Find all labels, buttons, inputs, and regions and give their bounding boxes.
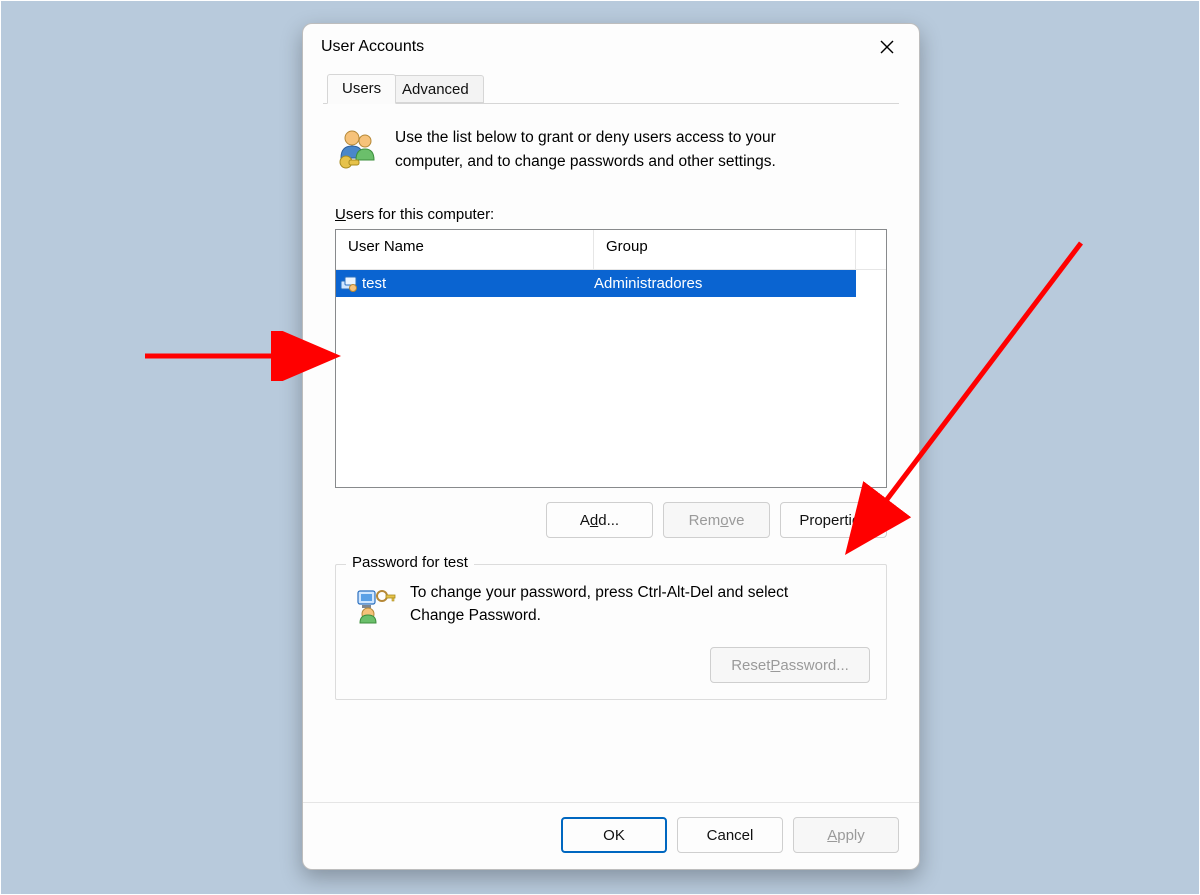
password-key-icon <box>352 581 396 629</box>
cancel-button[interactable]: Cancel <box>677 817 783 853</box>
close-icon <box>880 40 894 54</box>
user-accounts-dialog: User Accounts Advanced Users <box>302 23 920 870</box>
listview-header: User Name Group <box>336 230 886 270</box>
column-header-group[interactable]: Group <box>594 230 856 269</box>
users-intro-icon <box>335 126 381 176</box>
reset-password-button: Reset Password... <box>710 647 870 683</box>
remove-button: Remove <box>663 502 770 538</box>
window-title: User Accounts <box>321 38 863 56</box>
tabstrip: Advanced Users <box>323 74 899 104</box>
column-header-spacer <box>856 230 886 269</box>
properties-button[interactable]: Properties <box>780 502 887 538</box>
intro-row: Use the list below to grant or deny user… <box>335 126 887 176</box>
tab-users[interactable]: Users <box>327 74 396 104</box>
dialog-body: Advanced Users Use the list below to gra… <box>303 70 919 802</box>
dialog-footer: OK Cancel Apply <box>303 802 919 869</box>
password-legend: Password for test <box>346 554 474 571</box>
add-button[interactable]: Add... <box>546 502 653 538</box>
user-row-test[interactable]: test Administradores <box>336 270 856 297</box>
tab-advanced[interactable]: Advanced <box>387 75 484 103</box>
intro-text: Use the list below to grant or deny user… <box>395 126 825 174</box>
user-row-username: test <box>360 275 594 292</box>
ok-button[interactable]: OK <box>561 817 667 853</box>
password-fieldset: Password for test <box>335 564 887 700</box>
users-listview[interactable]: User Name Group test Administradores <box>335 229 887 488</box>
close-button[interactable] <box>863 27 911 67</box>
user-row-group: Administradores <box>594 275 856 292</box>
password-text: To change your password, press Ctrl-Alt-… <box>410 581 840 628</box>
apply-button: Apply <box>793 817 899 853</box>
user-buttons-row: Add... Remove Properties <box>335 502 887 538</box>
users-for-computer-label: Users for this computer: <box>335 206 887 223</box>
column-header-username[interactable]: User Name <box>336 230 594 269</box>
titlebar: User Accounts <box>303 24 919 70</box>
user-row-icon <box>336 275 360 293</box>
desktop-backdrop: User Accounts Advanced Users <box>0 0 1200 895</box>
